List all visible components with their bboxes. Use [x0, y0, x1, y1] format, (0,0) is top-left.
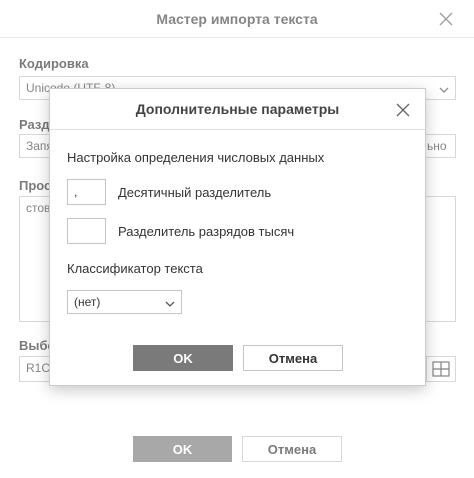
decimal-separator-input[interactable] [67, 179, 106, 205]
chevron-down-icon [165, 297, 175, 311]
text-qualifier-select[interactable]: (нет) [67, 290, 182, 314]
modal-cancel-button[interactable]: Отмена [243, 345, 343, 371]
text-qualifier-value: (нет) [74, 295, 101, 309]
thousands-separator-label: Разделитель разрядов тысяч [118, 224, 295, 239]
numeric-settings-label: Настройка определения числовых данных [67, 150, 325, 165]
thousands-separator-input[interactable] [67, 218, 106, 244]
modal-header: Дополнительные параметры [50, 89, 425, 130]
modal-ok-button[interactable]: OK [133, 345, 233, 371]
advanced-settings-dialog: Дополнительные параметры Настройка опред… [49, 88, 426, 386]
text-qualifier-label: Классификатор текста [67, 261, 203, 276]
close-icon[interactable] [393, 100, 413, 120]
decimal-separator-label: Десятичный разделитель [118, 185, 272, 200]
modal-title: Дополнительные параметры [135, 101, 340, 117]
